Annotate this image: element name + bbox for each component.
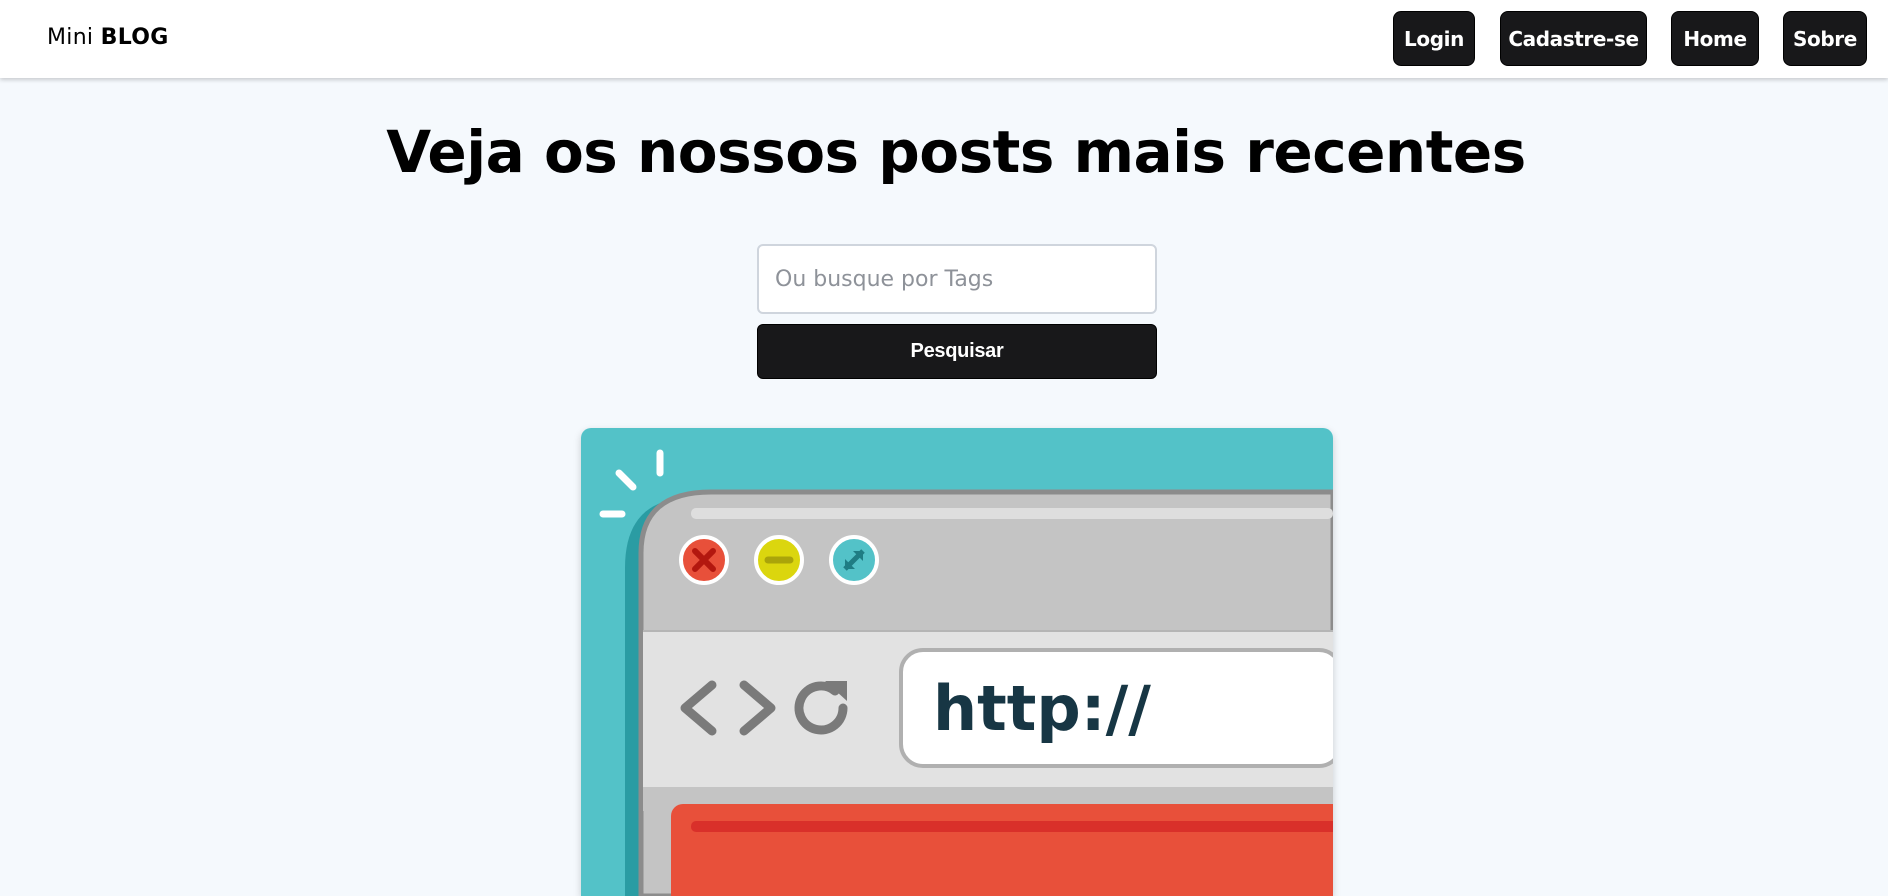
hero-illustration: http:// (581, 428, 1333, 896)
close-icon (679, 535, 729, 585)
nav-signup-button[interactable]: Cadastre-se (1500, 11, 1647, 66)
nav-home-button[interactable]: Home (1671, 11, 1759, 66)
maximize-icon (829, 535, 879, 585)
minimize-icon (754, 535, 804, 585)
navbar: Mini BLOG Login Cadastre-se Home Sobre (0, 0, 1888, 78)
brand-bold: BLOG (100, 25, 169, 50)
nav-login-button[interactable]: Login (1393, 11, 1475, 66)
search-button[interactable]: Pesquisar (757, 324, 1157, 379)
brand-light: Mini (47, 25, 94, 50)
page-title: Veja os nossos posts mais recentes (386, 118, 1526, 186)
tag-search-input[interactable] (757, 244, 1157, 314)
url-text: http:// (933, 672, 1151, 745)
nav-about-button[interactable]: Sobre (1783, 11, 1867, 66)
site-brand[interactable]: Mini BLOG (47, 25, 169, 50)
